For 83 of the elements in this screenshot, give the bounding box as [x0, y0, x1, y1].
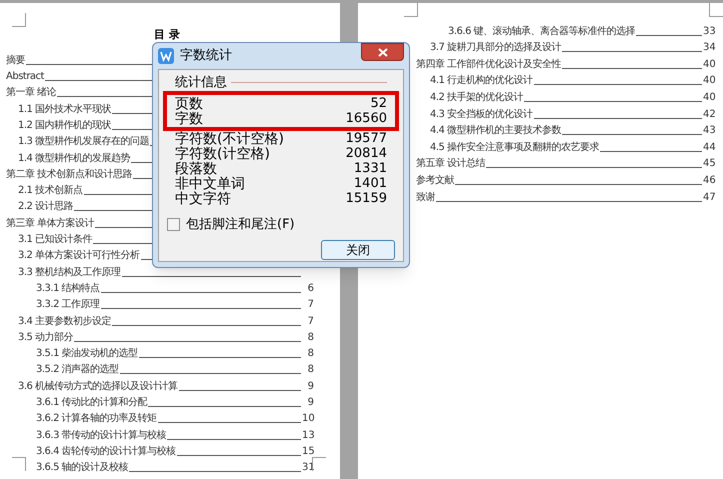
- app-logo-icon: [158, 48, 174, 64]
- toc-entry: 3.6.1 传动比的计算和分配: [36, 398, 148, 408]
- page-number: 44: [703, 142, 715, 153]
- checkbox-label: 包括脚注和尾注(F): [186, 218, 295, 231]
- page-number: 40: [703, 76, 715, 86]
- page-number: 8: [306, 365, 314, 376]
- stat-value: 19577: [346, 132, 387, 145]
- toc-entry: Abstract: [6, 72, 44, 82]
- toc-entry: 3.6.4 齿轮传动的设计计算与校核: [36, 446, 176, 457]
- toc-entry: 3.6.5 轴的设计及校核: [36, 463, 128, 474]
- toc-entry: 3.3 整机结构及工作原理: [18, 268, 121, 278]
- checkbox[interactable]: [167, 218, 180, 231]
- toc-entry: 3.1 已知设计条件: [18, 235, 92, 246]
- close-icon: [378, 48, 388, 56]
- page-number: 8: [306, 332, 314, 343]
- toc-entry: 4.4 微型耕作机的主要技术参数: [430, 126, 562, 136]
- page-number: 43: [703, 126, 715, 136]
- page-number: 13: [302, 430, 314, 441]
- page-number: 31: [302, 463, 314, 474]
- page-number: 34: [703, 43, 715, 54]
- stat-label: 页数: [175, 96, 203, 110]
- group-label: 统计信息: [175, 76, 227, 89]
- page-number: 10: [302, 414, 314, 424]
- toc-entry: 3.2 单体方案设计可行性分析: [18, 251, 140, 262]
- stat-label: 段落数: [175, 162, 217, 176]
- close-button[interactable]: [361, 43, 404, 61]
- toc-entry: 2.2 设计思路: [18, 202, 74, 212]
- page-number: 45: [703, 159, 715, 170]
- page-number: 9: [306, 382, 314, 392]
- toc-entry: 4.3 安全挡板的优化设计: [430, 110, 533, 120]
- page-number: 42: [703, 110, 715, 120]
- toc-entry: 致谢: [416, 192, 435, 203]
- page-number: 15: [302, 446, 314, 457]
- toc-entry: 3.6 机械传动方式的选择以及设计计算: [18, 382, 178, 392]
- toc-entry: 摘要: [6, 56, 25, 66]
- stat-value: 20814: [346, 147, 387, 160]
- toc-entry: 4.2 扶手架的优化设计: [430, 92, 524, 103]
- toc-entry: 3.6.3 带传动的设计计算与校核: [36, 430, 166, 441]
- toc-entry: 1.4 微型耕作机的发展趋势: [18, 154, 130, 164]
- stat-value: 16560: [346, 112, 387, 125]
- toc-entry: 1.1 国外技术水平现状: [18, 104, 112, 115]
- toc-entry: 第三章 单体方案设计: [6, 218, 94, 229]
- stat-value: 52: [370, 97, 387, 110]
- toc-entry: 4.5 操作安全注意事项及翻耕的农艺要求: [430, 142, 600, 153]
- toc-entry: 3.7 旋耕刀具部分的选择及设计: [430, 43, 562, 54]
- toc-entry: 3.6.6 键、滚动轴承、离合器等标准件的选择: [448, 26, 636, 37]
- stat-label: 字数: [175, 112, 203, 126]
- page-number: 47: [703, 192, 715, 203]
- toc-entry: 4.1 行走机构的优化设计: [430, 76, 533, 86]
- dialog-title: 字数统计: [180, 47, 232, 66]
- page-number: 7: [306, 316, 314, 327]
- page-number: 33: [703, 26, 715, 37]
- stat-label: 字符数(不计空格): [175, 132, 284, 146]
- stat-value: 1331: [354, 162, 387, 175]
- stat-label: 非中文单词: [175, 176, 245, 190]
- page-number: 40: [703, 92, 715, 103]
- toc-entry: 第一章 绪论: [6, 88, 56, 98]
- stat-label: 字符数(计空格): [175, 146, 270, 160]
- page-number: 7: [306, 300, 314, 310]
- toc-entry: 2.1 技术创新点: [18, 186, 83, 196]
- page-number: 8: [306, 349, 314, 360]
- page-number: 40: [703, 60, 715, 70]
- toc-entry: 第二章 技术创新点和设计思路: [6, 170, 132, 180]
- toc-entry: 参考文献: [416, 176, 454, 186]
- toc-entry: 1.2 国内耕作机的现状: [18, 120, 112, 131]
- toc-entry: 第四章 工作部件优化设计及安全性: [416, 60, 562, 70]
- close-dialog-button[interactable]: 关闭: [321, 240, 395, 260]
- page-heading: 目 录: [153, 27, 181, 43]
- page-number: 9: [306, 398, 314, 408]
- toc-entry: 3.5.2 消声器的选型: [36, 365, 119, 376]
- stat-label: 中文字符: [175, 192, 231, 206]
- toc-entry: 1.3 微型耕作机发展存在的问题: [18, 137, 150, 148]
- toc-entry: 3.3.1 结构特点: [36, 284, 100, 294]
- toc-entry: 3.4 主要参数初步设定: [18, 316, 112, 327]
- toc-entry: 3.6.2 计算各轴的功率及转矩: [36, 414, 157, 424]
- toc-entry: 3.3.2 工作原理: [36, 300, 100, 310]
- toc-entry: 第五章 设计总结: [416, 159, 486, 170]
- page-number: 46: [703, 176, 715, 186]
- page-number: 6: [306, 284, 314, 294]
- toc-entry: 3.5.1 柴油发动机的选型: [36, 349, 138, 360]
- stat-value: 1401: [354, 177, 387, 190]
- stat-value: 15159: [346, 192, 387, 205]
- toc-entry: 3.5 动力部分: [18, 332, 74, 343]
